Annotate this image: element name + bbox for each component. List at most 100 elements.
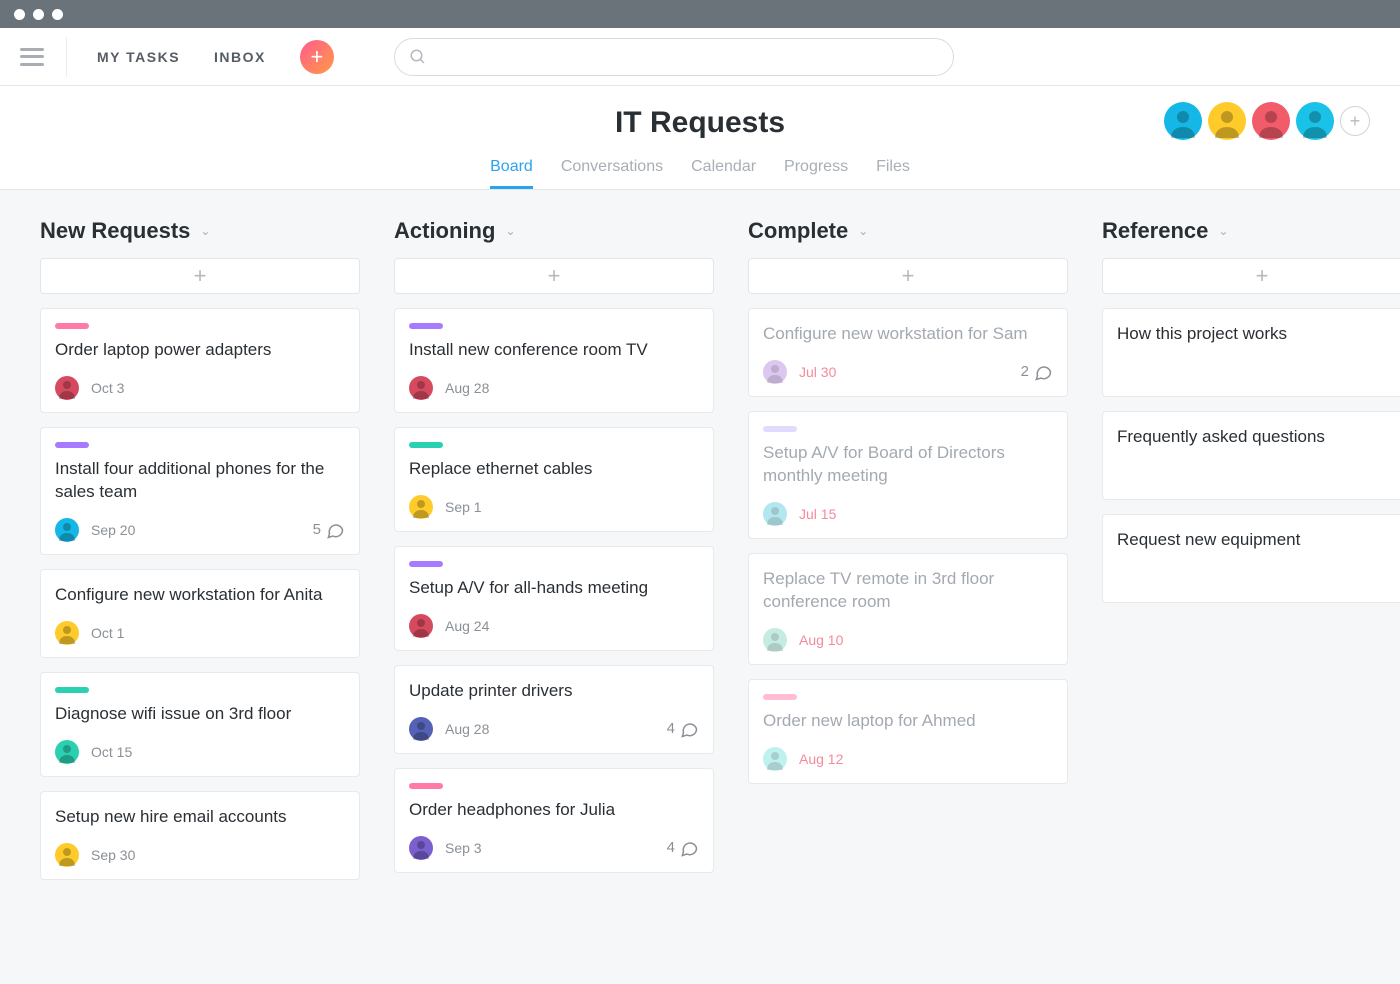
kanban-board: New Requests⌄ + Order laptop power adapter… — [0, 190, 1400, 922]
assignee-avatar[interactable] — [55, 518, 79, 542]
card-date: Oct 1 — [91, 625, 124, 641]
card-title: Diagnose wifi issue on 3rd floor — [55, 703, 345, 726]
column-title: Reference — [1102, 218, 1208, 244]
card-date: Aug 28 — [445, 721, 489, 737]
assignee-avatar[interactable] — [55, 376, 79, 400]
task-card[interactable]: Install new conference room TVAug 28 — [394, 308, 714, 413]
nav-my-tasks[interactable]: MY TASKS — [97, 49, 180, 65]
card-footer: Jul 15 — [763, 502, 1053, 526]
assignee-avatar[interactable] — [409, 495, 433, 519]
card-title: Setup A/V for Board of Directors monthly… — [763, 442, 1053, 488]
assignee-avatar[interactable] — [55, 621, 79, 645]
card-title: Update printer drivers — [409, 680, 699, 703]
task-card[interactable]: Replace ethernet cablesSep 1 — [394, 427, 714, 532]
column-header[interactable]: Reference ⌄ — [1102, 218, 1400, 244]
task-card[interactable]: Diagnose wifi issue on 3rd floor Oct 15 — [40, 672, 360, 777]
task-card[interactable]: Order laptop power adaptersOct 3 — [40, 308, 360, 413]
card-tag — [55, 687, 89, 693]
project-header: IT Requests + Board Conversations Calend… — [0, 86, 1400, 190]
card-title: Setup new hire email accounts — [55, 806, 345, 829]
add-member-button[interactable]: + — [1340, 106, 1370, 136]
window-dot — [14, 9, 25, 20]
card-date: Aug 10 — [799, 632, 843, 648]
add-card-button[interactable]: + — [40, 258, 360, 294]
nav-inbox[interactable]: INBOX — [214, 49, 266, 65]
task-card[interactable]: Request new equipment — [1102, 514, 1400, 603]
add-button[interactable]: + — [300, 40, 334, 74]
card-date: Oct 15 — [91, 744, 132, 760]
card-title: Request new equipment — [1117, 529, 1400, 552]
card-title: Replace TV remote in 3rd floor conferenc… — [763, 568, 1053, 614]
window-dot — [33, 9, 44, 20]
card-date: Sep 20 — [91, 522, 135, 538]
card-tag — [55, 442, 89, 448]
task-card[interactable]: How this project works — [1102, 308, 1400, 397]
assignee-avatar[interactable] — [55, 843, 79, 867]
assignee-avatar[interactable] — [763, 360, 787, 384]
comment-count[interactable]: 2 — [1021, 362, 1053, 382]
top-bar: MY TASKS INBOX + — [0, 28, 1400, 86]
tab-conversations[interactable]: Conversations — [561, 158, 663, 189]
tab-board[interactable]: Board — [490, 158, 533, 189]
add-card-button[interactable]: + — [394, 258, 714, 294]
card-footer: Sep 3 4 — [409, 836, 699, 860]
assignee-avatar[interactable] — [55, 740, 79, 764]
assignee-avatar[interactable] — [409, 376, 433, 400]
assignee-avatar[interactable] — [409, 717, 433, 741]
assignee-avatar[interactable] — [763, 628, 787, 652]
task-card[interactable]: Install four additional phones for the s… — [40, 427, 360, 555]
card-footer: Oct 3 — [55, 376, 345, 400]
card-tag — [409, 323, 443, 329]
card-footer: Oct 1 — [55, 621, 345, 645]
card-tag — [409, 783, 443, 789]
tab-progress[interactable]: Progress — [784, 158, 848, 189]
search-input[interactable] — [435, 48, 939, 65]
assignee-avatar[interactable] — [409, 614, 433, 638]
card-tag — [55, 323, 89, 329]
comment-icon — [679, 719, 699, 739]
comment-count[interactable]: 4 — [667, 838, 699, 858]
comment-icon — [679, 838, 699, 858]
column-header[interactable]: Actioning⌄ — [394, 218, 714, 244]
task-card[interactable]: Order new laptop for AhmedAug 12 — [748, 679, 1068, 784]
add-card-button[interactable]: + — [748, 258, 1068, 294]
column-header[interactable]: New Requests⌄ — [40, 218, 360, 244]
card-footer: Sep 1 — [409, 495, 699, 519]
task-card[interactable]: Replace TV remote in 3rd floor conferenc… — [748, 553, 1068, 665]
task-card[interactable]: Setup A/V for all-hands meetingAug 24 — [394, 546, 714, 651]
project-tabs: Board Conversations Calendar Progress Fi… — [0, 158, 1400, 189]
member-avatar[interactable] — [1208, 102, 1246, 140]
card-date: Sep 3 — [445, 840, 482, 856]
task-card[interactable]: Update printer drivers Aug 28 4 — [394, 665, 714, 754]
member-avatar[interactable] — [1164, 102, 1202, 140]
column-title: Complete — [748, 218, 848, 244]
comment-count[interactable]: 4 — [667, 719, 699, 739]
task-card[interactable]: Frequently asked questions — [1102, 411, 1400, 500]
card-tag — [763, 694, 797, 700]
tab-calendar[interactable]: Calendar — [691, 158, 756, 189]
column-header[interactable]: Complete⌄ — [748, 218, 1068, 244]
member-avatar[interactable] — [1252, 102, 1290, 140]
task-card[interactable]: Setup new hire email accountsSep 30 — [40, 791, 360, 880]
add-card-button[interactable]: + — [1102, 258, 1400, 294]
task-card[interactable]: Configure new workstation for SamJul 302 — [748, 308, 1068, 397]
task-card[interactable]: Configure new workstation for AnitaOct 1 — [40, 569, 360, 658]
member-avatars: + — [1164, 102, 1370, 140]
comment-count[interactable]: 5 — [313, 520, 345, 540]
column-title: Actioning — [394, 218, 495, 244]
chevron-down-icon: ⌄ — [1218, 224, 1228, 238]
assignee-avatar[interactable] — [763, 502, 787, 526]
tab-files[interactable]: Files — [876, 158, 910, 189]
search-field[interactable] — [394, 38, 954, 76]
card-title: Configure new workstation for Sam — [763, 323, 1053, 346]
task-card[interactable]: Order headphones for JuliaSep 34 — [394, 768, 714, 873]
member-avatar[interactable] — [1296, 102, 1334, 140]
card-date: Sep 1 — [445, 499, 482, 515]
card-title: Install new conference room TV — [409, 339, 699, 362]
assignee-avatar[interactable] — [409, 836, 433, 860]
menu-icon[interactable] — [20, 48, 44, 66]
card-date: Aug 12 — [799, 751, 843, 767]
task-card[interactable]: Setup A/V for Board of Directors monthly… — [748, 411, 1068, 539]
assignee-avatar[interactable] — [763, 747, 787, 771]
card-tag — [763, 426, 797, 432]
